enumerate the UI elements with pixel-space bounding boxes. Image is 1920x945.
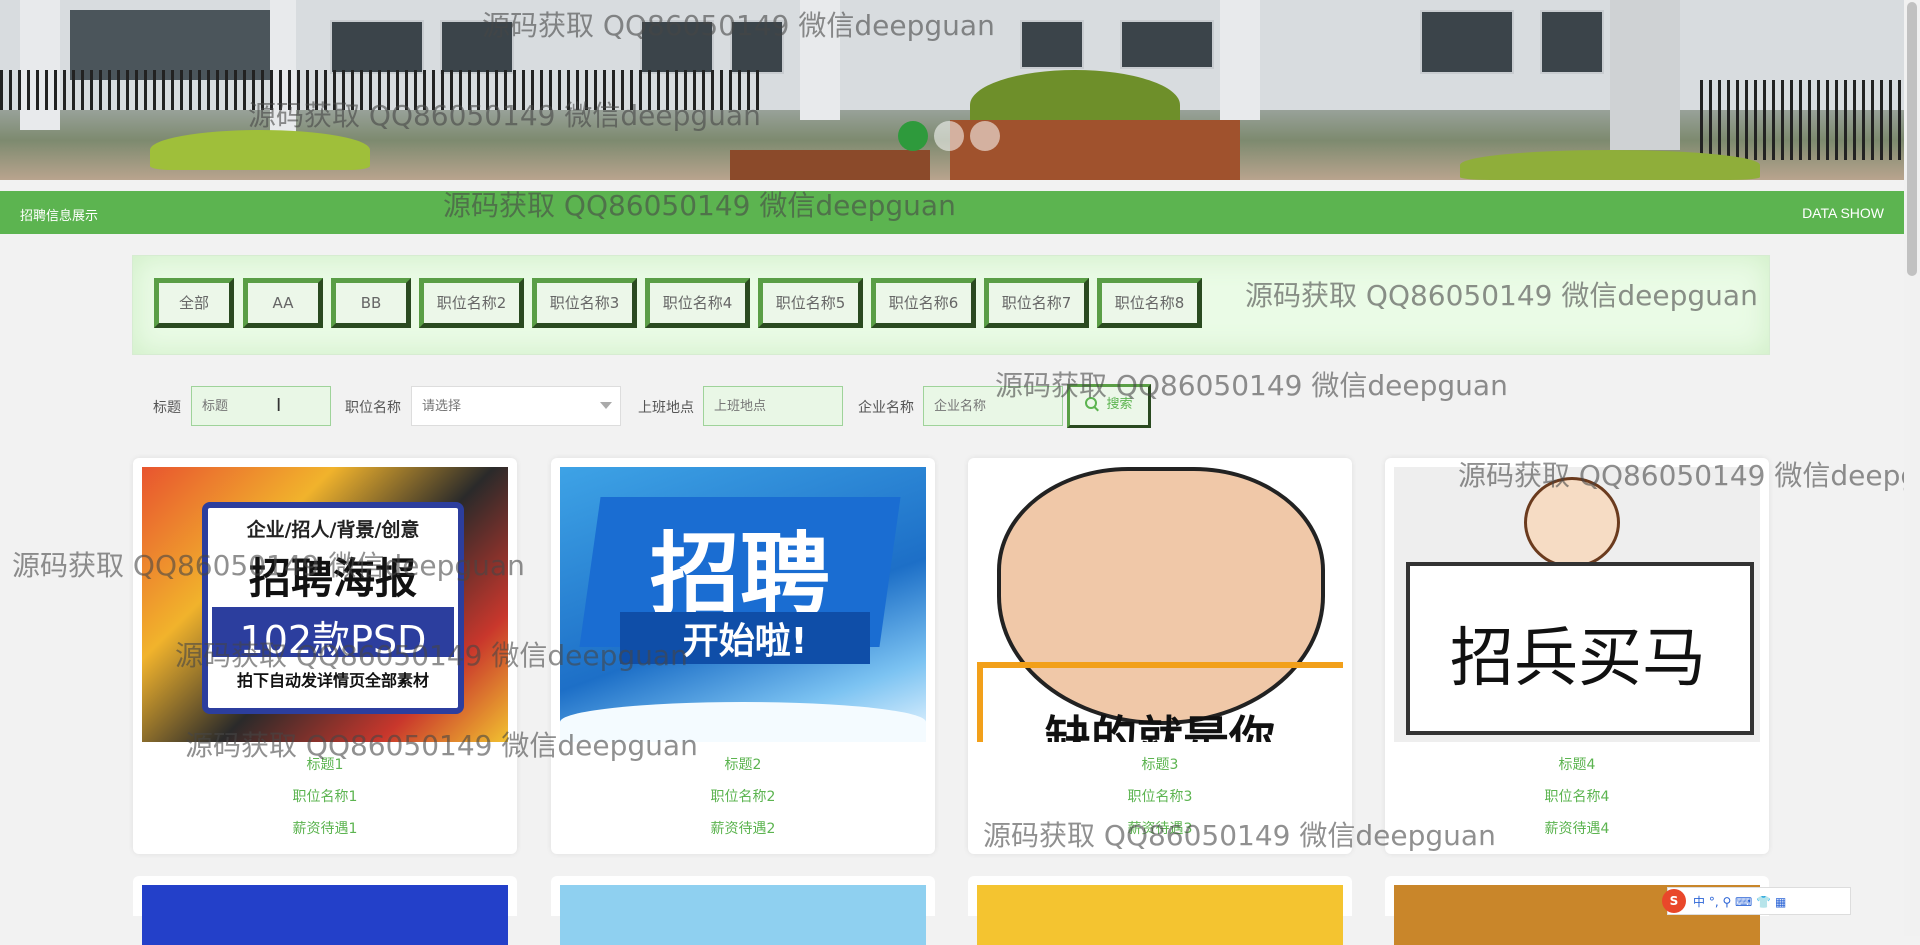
chevron-down-icon bbox=[600, 402, 612, 409]
location-search-input[interactable] bbox=[703, 386, 843, 426]
watermark: 源码获取 QQ86050149 微信deepguan bbox=[1458, 459, 1920, 492]
job-card[interactable] bbox=[551, 876, 935, 945]
job-position: 职位名称2 bbox=[710, 789, 776, 805]
job-position: 职位名称1 bbox=[292, 789, 358, 805]
location-label: 上班地点 bbox=[638, 400, 694, 416]
watermark: 源码获取 QQ86050149 微信deepguan bbox=[482, 9, 995, 42]
job-salary: 薪资待遇2 bbox=[710, 821, 776, 837]
job-title[interactable]: 标题4 bbox=[1385, 754, 1769, 774]
section-title: 招聘信息展示 bbox=[20, 209, 99, 224]
watermark: 源码获取 QQ86050149 微信deepguan bbox=[12, 549, 525, 582]
ime-toolbar[interactable]: S 中 °, ⚲ ⌨ 👕 ▦ bbox=[1662, 887, 1851, 915]
job-image bbox=[560, 885, 926, 945]
job-image: 企业/招人/背景/创意 招聘海报 102款PSD 拍下自动发详情页全部素材 bbox=[142, 467, 508, 742]
watermark: 源码获取 QQ86050149 微信deepguan bbox=[983, 819, 1496, 852]
job-image bbox=[977, 885, 1343, 945]
scrollbar-thumb[interactable] bbox=[1907, 2, 1917, 276]
category-button[interactable]: BB bbox=[331, 278, 411, 328]
poster-text: 缺的就是你 bbox=[1045, 711, 1275, 742]
category-button[interactable]: 职位名称7 bbox=[984, 278, 1089, 328]
watermark: 源码获取 QQ86050149 微信deepguan bbox=[995, 369, 1508, 402]
data-show-label: DATA SHOW bbox=[1802, 205, 1884, 221]
watermark: 源码获取 QQ86050149 微信deepguan bbox=[248, 99, 761, 132]
carousel-dot[interactable] bbox=[970, 121, 1000, 151]
job-card[interactable]: 招兵买马 标题4 职位名称4 薪资待遇4 bbox=[1385, 458, 1769, 854]
category-button[interactable]: 职位名称3 bbox=[532, 278, 637, 328]
carousel-indicators bbox=[898, 121, 1000, 151]
title-search-input[interactable] bbox=[191, 386, 331, 426]
text-cursor-icon: I bbox=[276, 395, 282, 416]
title-label: 标题 bbox=[153, 400, 181, 416]
carousel-dot[interactable] bbox=[934, 121, 964, 151]
poster-text: 招兵买马 bbox=[1450, 622, 1706, 696]
job-card[interactable] bbox=[968, 876, 1352, 945]
watermark: 源码获取 QQ86050149 微信deepguan bbox=[443, 189, 956, 222]
job-card[interactable] bbox=[133, 876, 517, 945]
job-image bbox=[142, 885, 508, 945]
category-button[interactable]: 职位名称5 bbox=[758, 278, 863, 328]
category-button[interactable]: AA bbox=[243, 278, 323, 328]
job-image: 招兵买马 bbox=[1394, 467, 1760, 742]
watermark: 源码获取 QQ86050149 微信deepguan bbox=[175, 639, 688, 672]
watermark: 源码获取 QQ86050149 微信deepguan bbox=[185, 729, 698, 762]
category-button-all[interactable]: 全部 bbox=[154, 278, 234, 328]
job-salary: 薪资待遇1 bbox=[292, 821, 358, 837]
job-position: 职位名称4 bbox=[1544, 789, 1610, 805]
job-position: 职位名称3 bbox=[1127, 789, 1193, 805]
poster-text: 企业/招人/背景/创意 bbox=[246, 519, 420, 541]
position-select[interactable] bbox=[411, 386, 621, 426]
position-label: 职位名称 bbox=[345, 400, 401, 416]
ime-logo-icon: S bbox=[1662, 889, 1686, 913]
job-card[interactable]: 缺的就是你 标题3 职位名称3 薪资待遇3 bbox=[968, 458, 1352, 854]
job-image: 招聘 开始啦! bbox=[560, 467, 926, 742]
watermark: 源码获取 QQ86050149 微信deepguan bbox=[1245, 279, 1758, 312]
category-button[interactable]: 职位名称8 bbox=[1097, 278, 1202, 328]
ime-status: 中 °, ⚲ ⌨ 👕 ▦ bbox=[1693, 894, 1787, 909]
company-label: 企业名称 bbox=[858, 400, 914, 416]
job-title[interactable]: 标题3 bbox=[968, 754, 1352, 774]
page-scrollbar[interactable] bbox=[1904, 0, 1920, 936]
job-image: 缺的就是你 bbox=[977, 467, 1343, 742]
category-button[interactable]: 职位名称6 bbox=[871, 278, 976, 328]
carousel-dot[interactable] bbox=[898, 121, 928, 151]
category-button[interactable]: 职位名称4 bbox=[645, 278, 750, 328]
category-button[interactable]: 职位名称2 bbox=[419, 278, 524, 328]
